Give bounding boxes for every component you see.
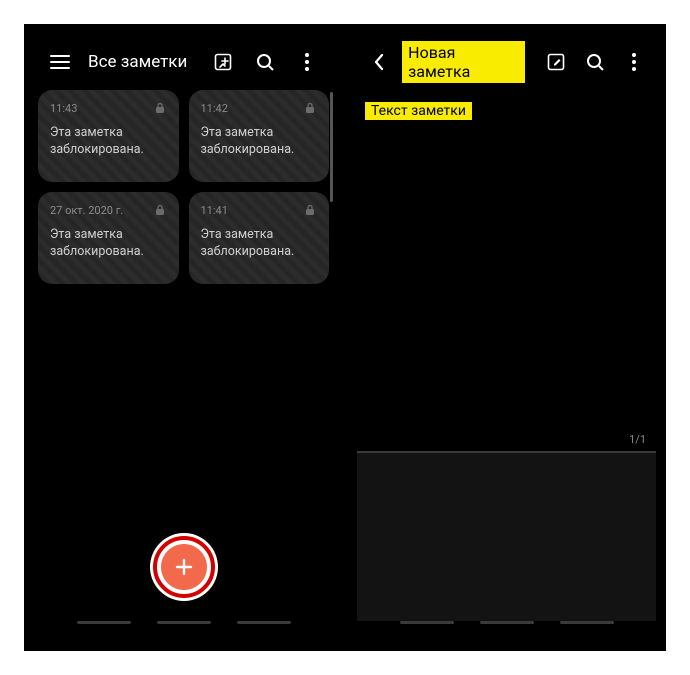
editor-placeholder: Текст заметки xyxy=(365,102,472,120)
home-handle[interactable] xyxy=(157,621,211,624)
recent-apps-handle[interactable] xyxy=(400,621,454,624)
android-nav-bar xyxy=(357,621,656,631)
phone-notes-list: Все заметки 11:43 Эта заметка заблокиров… xyxy=(34,34,333,641)
note-card[interactable]: 11:42 Эта заметка заблокирована. xyxy=(189,90,330,182)
hamburger-icon[interactable] xyxy=(44,46,76,78)
fab-highlight-ring xyxy=(150,533,218,601)
note-timestamp: 27 окт. 2020 г. xyxy=(50,204,167,217)
editor-header: Новая заметка xyxy=(357,34,656,90)
note-card[interactable]: 11:41 Эта заметка заблокирована. xyxy=(189,192,330,284)
note-timestamp: 11:42 xyxy=(201,102,318,115)
home-handle[interactable] xyxy=(480,621,534,624)
android-nav-bar xyxy=(34,621,333,631)
search-icon[interactable] xyxy=(580,46,611,78)
notes-grid: 11:43 Эта заметка заблокирована. 11:42 Э… xyxy=(34,90,333,284)
add-note-button[interactable] xyxy=(161,544,207,590)
editor-bottom-panel: 1/1 xyxy=(357,451,656,621)
page-counter: 1/1 xyxy=(629,433,646,446)
back-handle[interactable] xyxy=(237,621,291,624)
lock-icon xyxy=(153,100,169,116)
scrollbar-thumb[interactable] xyxy=(330,92,333,202)
lock-icon xyxy=(303,202,319,218)
back-handle[interactable] xyxy=(560,621,614,624)
editor-body[interactable]: Текст заметки 1/1 xyxy=(357,90,656,621)
notes-list-header: Все заметки xyxy=(34,34,333,90)
note-card[interactable]: 27 окт. 2020 г. Эта заметка заблокирован… xyxy=(38,192,179,284)
more-icon[interactable] xyxy=(291,46,323,78)
lock-icon xyxy=(303,100,319,116)
phone-note-editor: Новая заметка Текст заметки 1/1 xyxy=(357,34,656,641)
editor-title[interactable]: Новая заметка xyxy=(402,41,524,83)
lock-icon xyxy=(153,202,169,218)
note-card[interactable]: 11:43 Эта заметка заблокирована. xyxy=(38,90,179,182)
note-preview: Эта заметка заблокирована. xyxy=(50,125,167,159)
search-icon[interactable] xyxy=(249,46,281,78)
recent-apps-handle[interactable] xyxy=(77,621,131,624)
back-icon[interactable] xyxy=(363,46,394,78)
note-timestamp: 11:41 xyxy=(201,204,318,217)
note-timestamp: 11:43 xyxy=(50,102,167,115)
notes-list-title: Все заметки xyxy=(88,52,197,72)
more-icon[interactable] xyxy=(619,46,650,78)
note-preview: Эта заметка заблокирована. xyxy=(50,227,167,261)
import-icon[interactable] xyxy=(207,46,239,78)
note-preview: Эта заметка заблокирована. xyxy=(201,227,318,261)
edit-icon[interactable] xyxy=(541,46,572,78)
note-preview: Эта заметка заблокирована. xyxy=(201,125,318,159)
